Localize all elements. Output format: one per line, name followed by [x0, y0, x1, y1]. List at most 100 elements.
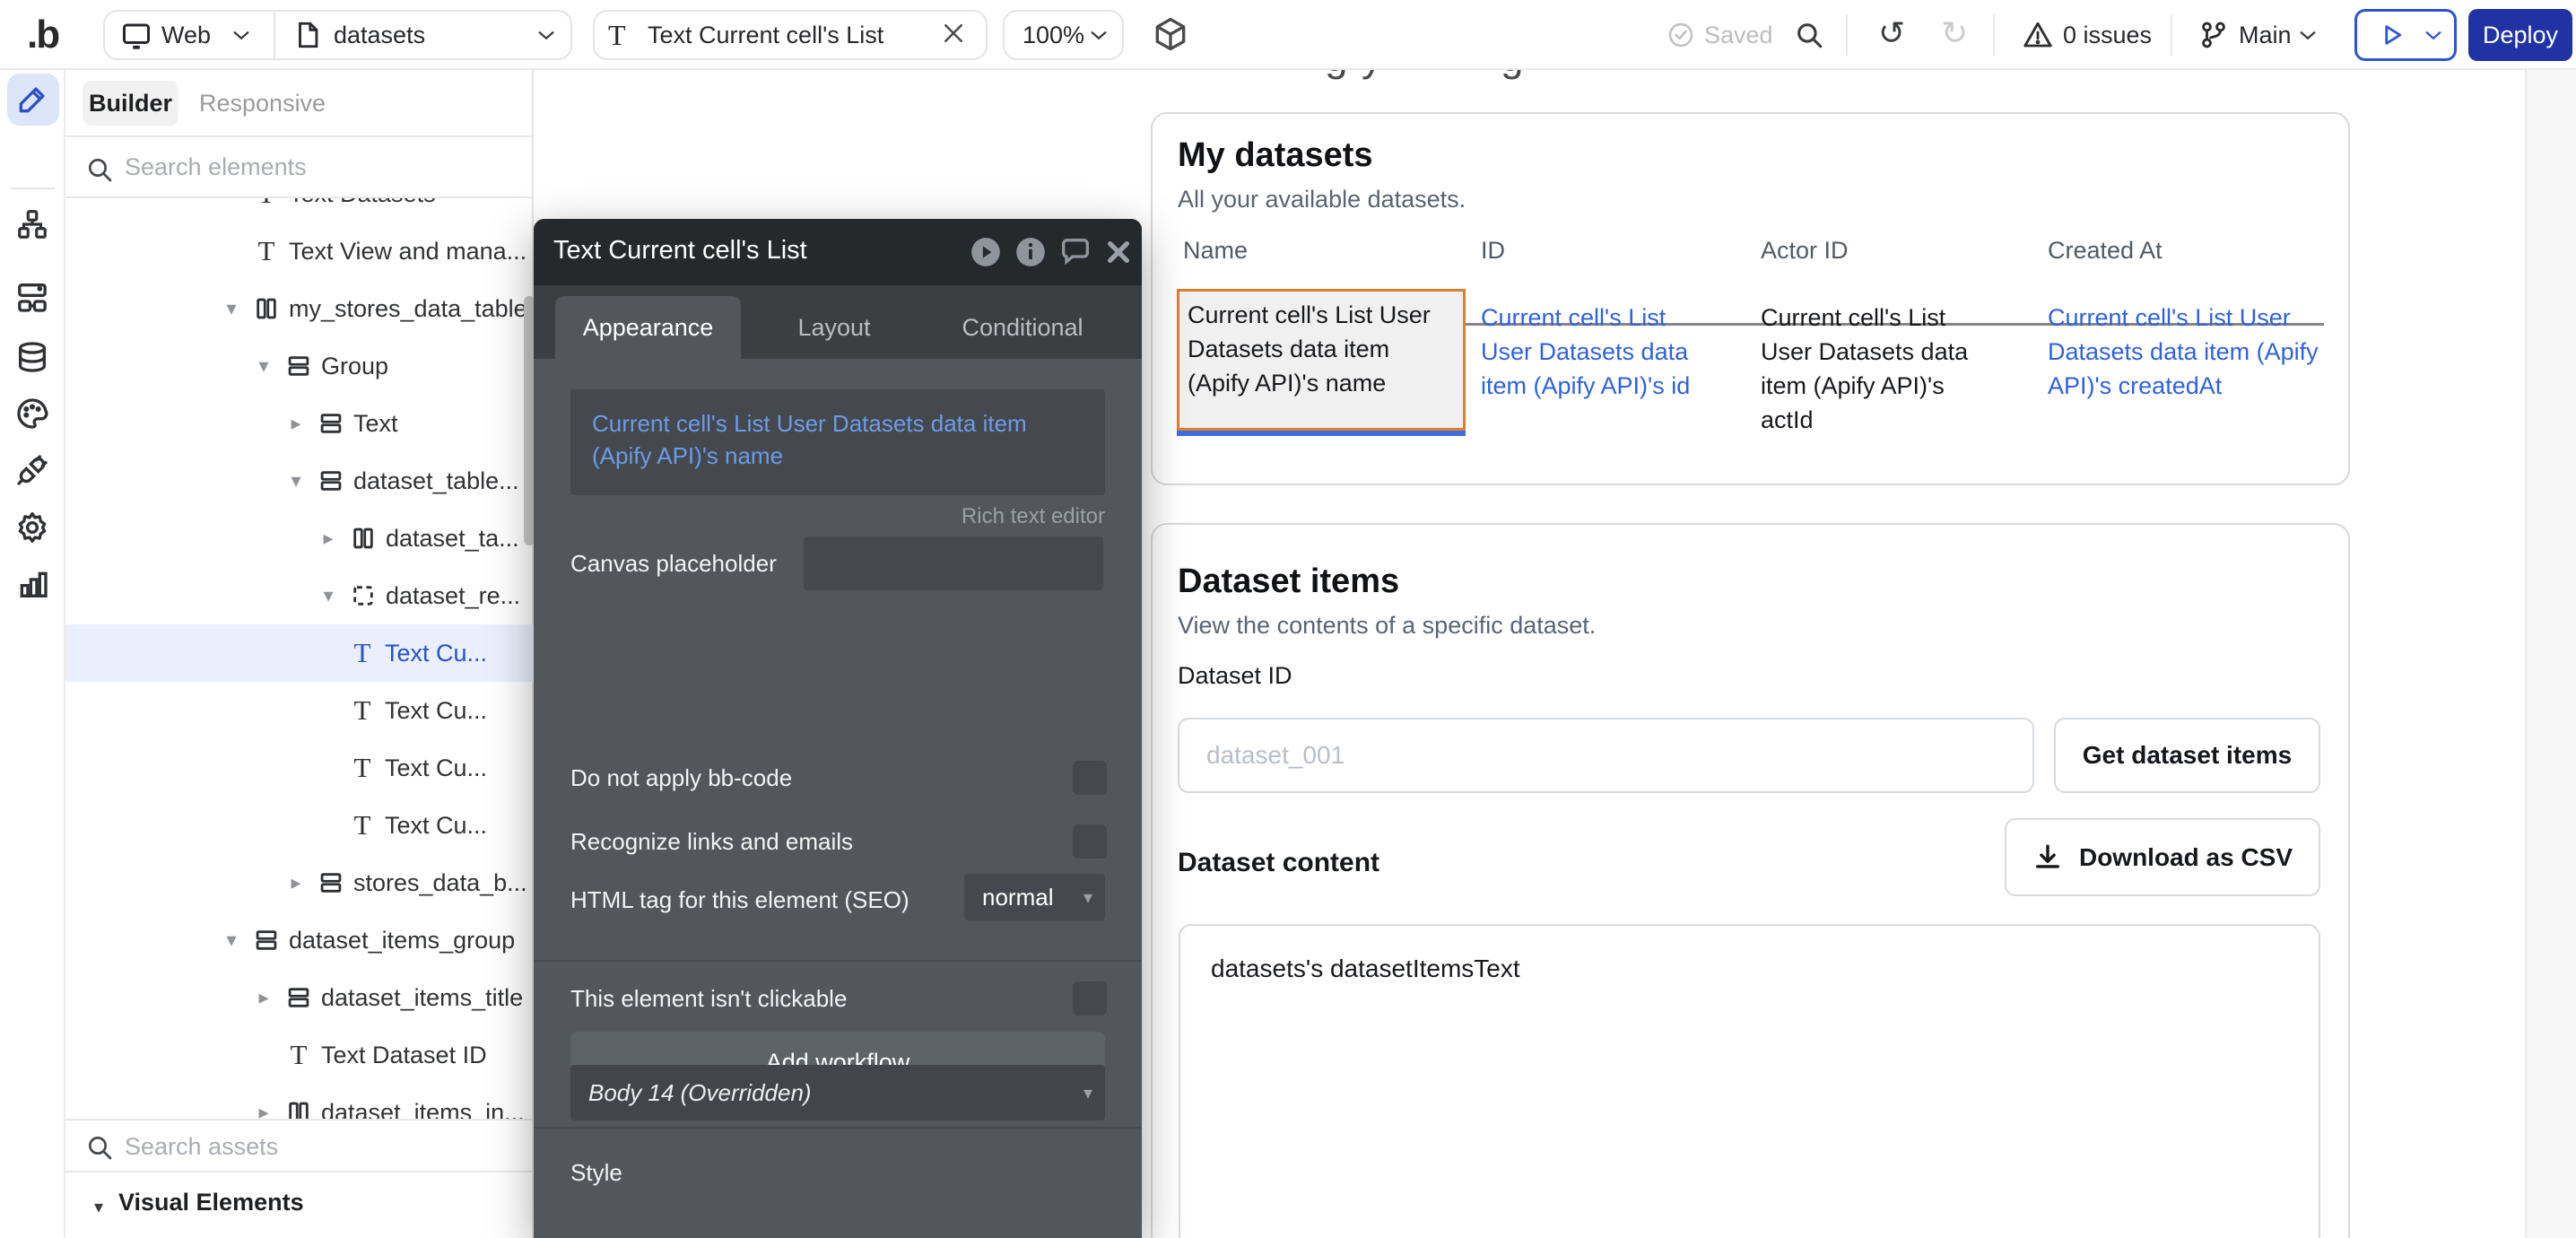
chevron-right-icon[interactable]: ▸	[284, 412, 308, 435]
dataset-items-title: Dataset items	[1178, 562, 1399, 601]
element-tab-label: Text Current cell's List	[648, 22, 883, 49]
tree-item[interactable]: ▸dataset_items_title	[65, 969, 534, 1026]
gear-icon[interactable]	[14, 510, 50, 550]
chevron-down-icon[interactable]: ▾	[252, 354, 275, 378]
plug-icon[interactable]	[14, 452, 50, 493]
text-element-icon: T	[349, 809, 376, 841]
style-label: Style	[570, 1159, 622, 1187]
text-element-icon: T	[608, 19, 626, 52]
database-icon[interactable]	[14, 339, 50, 379]
dataset-content-box[interactable]: datasets's datasetItemsText	[1179, 924, 2320, 1238]
selected-text-element-name-cell[interactable]: Current cell's List User Datasets data i…	[1177, 289, 1466, 431]
tree-item[interactable]: ▾my_stores_data_table	[65, 280, 534, 337]
tree-item[interactable]: ▸stores_data_b...	[65, 854, 534, 911]
my-datasets-title: My datasets	[1178, 136, 1373, 175]
app-logo[interactable]: .b	[27, 13, 58, 57]
dataset-content-label: Dataset content	[1178, 848, 1379, 878]
chevron-down-icon[interactable]: ▾	[317, 584, 340, 607]
tree-item[interactable]: ▸Text	[65, 395, 534, 452]
canvas-placeholder-input[interactable]	[804, 536, 1103, 590]
seo-select[interactable]: normal ▾	[964, 874, 1105, 920]
cell-id-text[interactable]: Current cell's List User Datasets data i…	[1481, 301, 1716, 403]
chevron-down-icon[interactable]: ▾	[220, 297, 243, 320]
download-csv-button[interactable]: Download as CSV	[2005, 818, 2320, 896]
columns-element-icon	[350, 526, 377, 551]
rows-element-icon	[318, 870, 344, 895]
search-assets-input[interactable]	[125, 1126, 501, 1167]
comment-icon[interactable]	[1056, 232, 1095, 272]
chevron-down-icon[interactable]: ▾	[220, 928, 243, 952]
redo-icon[interactable]: ↻	[1941, 14, 1968, 52]
tab-conditional[interactable]: Conditional	[955, 296, 1090, 359]
tab-appearance[interactable]: Appearance	[555, 296, 741, 359]
toolbar-divider	[1846, 14, 1848, 56]
chevron-right-icon[interactable]: ▸	[284, 871, 308, 894]
tree-item[interactable]: TText Cu...	[65, 682, 534, 739]
get-dataset-items-button[interactable]: Get dataset items	[2054, 718, 2320, 793]
rows-element-icon	[285, 985, 312, 1010]
inspector-header[interactable]: Text Current cell's List	[534, 219, 1142, 285]
tree-item[interactable]: ▾dataset_re...	[65, 567, 534, 624]
branch-selector[interactable]: Main	[2239, 22, 2292, 49]
run-icon[interactable]	[966, 232, 1005, 272]
tree-item[interactable]: ▾dataset_table...	[65, 452, 534, 510]
chart-icon[interactable]	[14, 566, 50, 606]
tree-item[interactable]: TText Cu...	[65, 739, 534, 797]
tree-item[interactable]: ▸dataset_items_in...	[65, 1084, 534, 1119]
element-tree: TText Datasets TText View and mana... ▾m…	[65, 198, 534, 1119]
pill-divider	[274, 10, 275, 60]
tree-scrollbar[interactable]	[524, 296, 534, 545]
issues-counter[interactable]: 0 issues	[2063, 22, 2152, 49]
search-elements-input[interactable]	[125, 146, 501, 187]
device-selector[interactable]: Web	[161, 22, 211, 49]
chevron-down-icon[interactable]: ▾	[284, 469, 308, 493]
links-checkbox[interactable]	[1073, 824, 1107, 859]
chevron-right-icon[interactable]: ▸	[317, 527, 340, 550]
col-header-created-at: Created At	[2048, 237, 2163, 265]
components-icon[interactable]	[14, 279, 50, 319]
tab-responsive[interactable]: Responsive	[199, 81, 326, 126]
tree-item[interactable]: TText Dataset ID	[65, 1026, 534, 1084]
tab-layout[interactable]: Layout	[785, 296, 883, 359]
chevron-right-icon[interactable]: ▸	[252, 1101, 275, 1119]
tree-item[interactable]: ▾dataset_items_group	[65, 911, 534, 969]
pencil-icon[interactable]	[15, 83, 49, 121]
chevron-down-icon[interactable]: ▾	[94, 1196, 103, 1218]
tree-item[interactable]: ▸dataset_ta...	[65, 510, 534, 567]
rail-divider	[11, 187, 55, 189]
sitemap-icon[interactable]	[15, 207, 49, 246]
style-value: Body 14 (Overridden)	[588, 1079, 812, 1107]
page-selector[interactable]: datasets	[334, 22, 425, 49]
tree-item[interactable]: TText Cu...	[65, 797, 534, 854]
cell-name-text: Current cell's List User Datasets data i…	[1188, 298, 1457, 400]
cell-created-at-text[interactable]: Current cell's List User Datasets data i…	[2048, 301, 2335, 403]
info-icon[interactable]	[1011, 232, 1050, 272]
clickable-checkbox[interactable]	[1073, 981, 1107, 1016]
cell-actor-id-text[interactable]: Current cell's List User Datasets data i…	[1761, 301, 1996, 437]
text-element-icon: T	[349, 752, 376, 784]
close-icon[interactable]	[1099, 232, 1138, 272]
tree-item[interactable]: TText Datasets	[65, 198, 534, 222]
rich-text-value[interactable]: Current cell's List User Datasets data i…	[570, 389, 1105, 495]
bbcode-checkbox[interactable]	[1073, 761, 1107, 795]
dataset-id-label: Dataset ID	[1178, 662, 1292, 690]
inspector-tabs: Appearance Layout Conditional	[534, 285, 1142, 359]
tree-item-selected[interactable]: TText Cu...	[65, 624, 534, 682]
section-divider	[534, 960, 1142, 962]
deploy-button[interactable]: Deploy	[2468, 9, 2572, 61]
chevron-right-icon[interactable]: ▸	[252, 986, 275, 1009]
style-select[interactable]: Body 14 (Overridden) ▾	[570, 1065, 1105, 1120]
tree-item[interactable]: TText View and mana...	[65, 222, 534, 280]
zoom-value: 100%	[1023, 22, 1084, 49]
tab-builder[interactable]: Builder	[83, 81, 178, 126]
palette-icon[interactable]	[14, 396, 50, 436]
section-divider	[534, 1127, 1142, 1129]
undo-icon[interactable]: ↺	[1878, 14, 1905, 52]
rows-element-icon	[253, 928, 280, 953]
dataset-id-input[interactable]	[1178, 718, 2034, 793]
tree-item[interactable]: ▾Group	[65, 337, 534, 395]
asset-search	[65, 1119, 532, 1173]
links-label: Recognize links and emails	[570, 828, 853, 856]
toolbar-divider	[2171, 14, 2172, 56]
rich-text-editor-hint[interactable]: Rich text editor	[962, 504, 1105, 529]
